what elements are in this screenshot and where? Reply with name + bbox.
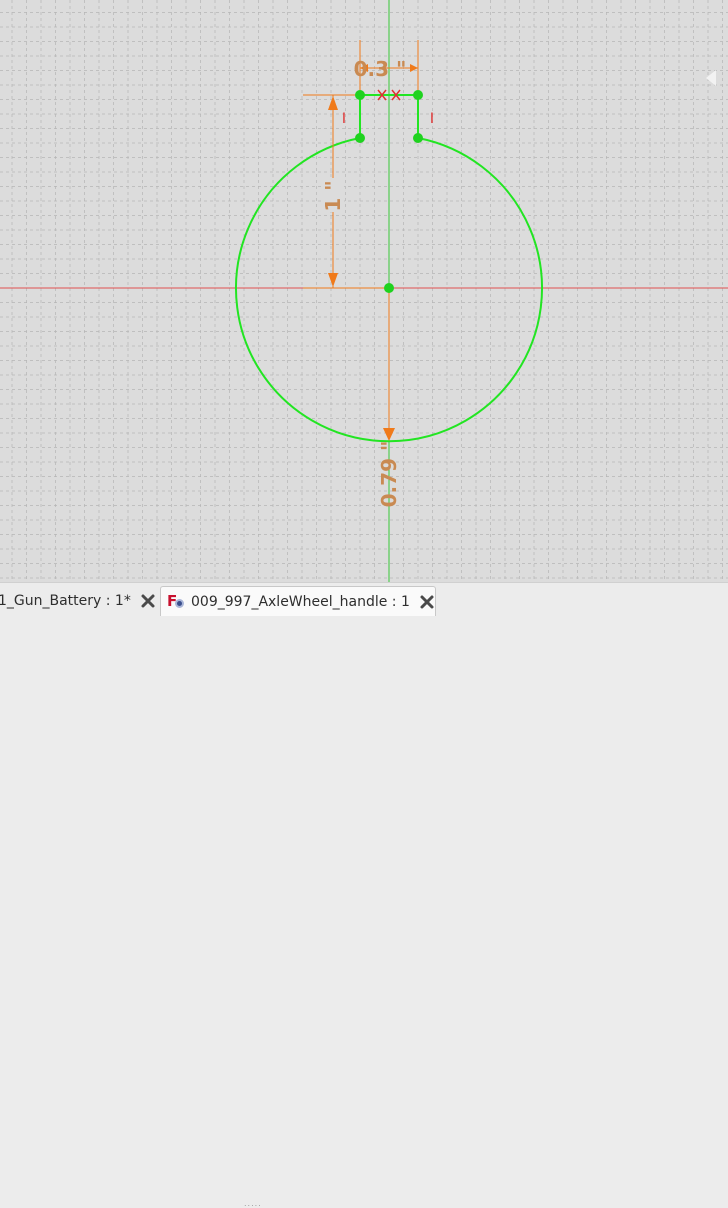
document-tab-bar: 1_Gun_Battery : 1* F 009_997_AxleWheel_h… — [0, 582, 728, 1208]
vertex-arc-end[interactable] — [413, 133, 423, 143]
vertex-arc-start[interactable] — [355, 133, 365, 143]
tab-gun-battery[interactable]: 1_Gun_Battery : 1* — [0, 586, 160, 616]
vertical-constraint-left[interactable]: I — [342, 111, 346, 127]
close-icon[interactable] — [419, 594, 435, 610]
vertex-top-right[interactable] — [413, 90, 423, 100]
vertex-top-left[interactable] — [355, 90, 365, 100]
vertex-circle-center[interactable] — [384, 283, 394, 293]
sketch-canvas[interactable]: 0.3 " 1 " 0.79 " I I — [0, 0, 728, 582]
splitter-grip[interactable]: ..... — [244, 1199, 262, 1208]
height-dimension-label: 1 " — [321, 180, 345, 211]
tab-axlewheel-handle[interactable]: F 009_997_AxleWheel_handle : 1 — [160, 586, 436, 616]
tab-label: 1_Gun_Battery : 1* — [0, 593, 131, 609]
vertical-constraint-right[interactable]: I — [430, 111, 434, 127]
freecad-document-icon: F — [167, 592, 185, 611]
width-dimension-label: 0.3 " — [354, 57, 407, 81]
radius-dimension-label: 0.79 " — [377, 441, 401, 508]
sketch-viewport[interactable]: 0.3 " 1 " 0.79 " I I — [0, 0, 728, 582]
canvas-background — [0, 0, 728, 582]
tab-label: 009_997_AxleWheel_handle : 1 — [191, 593, 410, 610]
close-icon[interactable] — [140, 593, 156, 609]
